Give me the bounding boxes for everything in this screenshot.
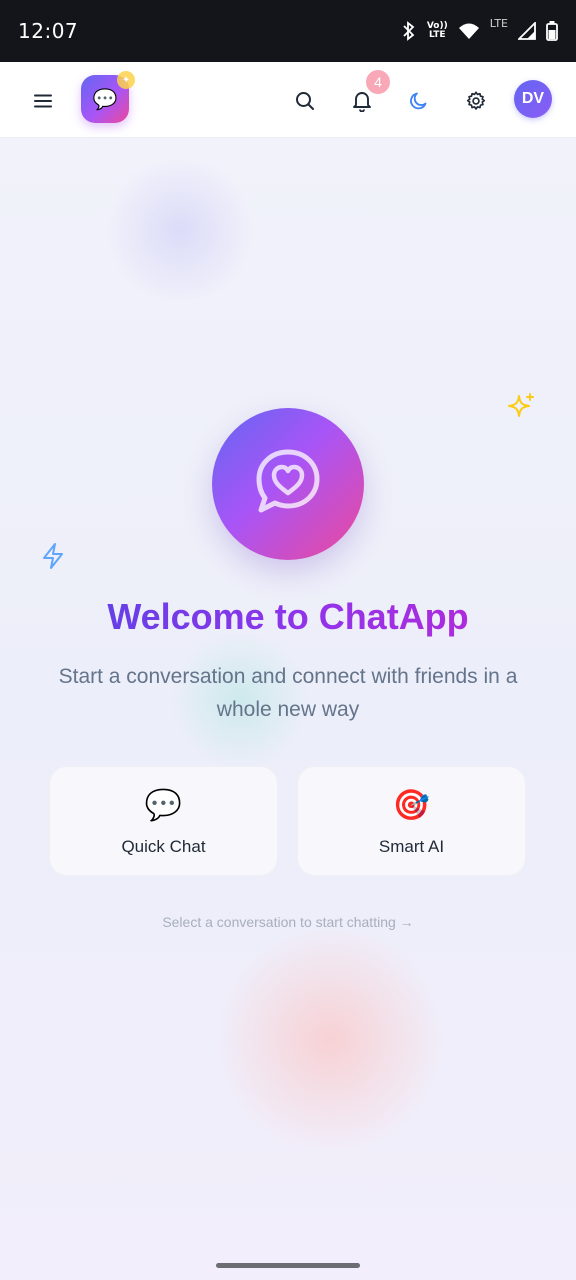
bluetooth-icon — [401, 21, 417, 41]
wifi-icon — [458, 22, 480, 40]
battery-icon — [546, 21, 558, 41]
smart-ai-card[interactable]: 🎯 Smart AI — [297, 766, 526, 876]
gear-icon[interactable] — [461, 86, 491, 116]
decorative-blob — [100, 160, 260, 300]
status-bar: 12:07 Vo)) LTE LTE — [0, 0, 576, 62]
status-icons: Vo)) LTE LTE — [401, 17, 558, 41]
home-indicator[interactable] — [216, 1263, 360, 1268]
heart-chat-icon — [253, 448, 323, 521]
app-header: 💬 ✦ — [0, 62, 576, 138]
sparkle-icon — [506, 392, 536, 427]
notification-badge: 4 — [366, 70, 390, 94]
app-logo[interactable]: 💬 ✦ — [81, 71, 135, 123]
card-label: Quick Chat — [121, 837, 206, 856]
lte-label: LTE — [489, 16, 508, 30]
lightning-icon — [40, 542, 66, 575]
search-icon[interactable] — [290, 86, 320, 116]
volte-icon: Vo)) LTE — [426, 21, 448, 40]
welcome-title: Welcome to ChatApp — [0, 596, 576, 638]
moon-icon[interactable] — [404, 86, 434, 116]
quick-chat-card[interactable]: 💬 Quick Chat — [49, 766, 278, 876]
decorative-blob — [210, 930, 450, 1150]
signal-icon — [518, 22, 536, 40]
speech-bubble-icon: 💬 — [92, 88, 118, 111]
logo-badge: ✦ — [117, 71, 135, 89]
avatar[interactable]: DV — [514, 80, 552, 118]
hamburger-menu-icon[interactable] — [28, 86, 58, 116]
welcome-subtitle: Start a conversation and connect with fr… — [58, 665, 518, 721]
target-icon: 🎯 — [392, 788, 431, 822]
speech-bubble-icon: 💬 — [144, 788, 183, 822]
card-label: Smart AI — [378, 837, 445, 856]
hero-chat-logo — [212, 408, 364, 560]
status-time: 12:07 — [18, 19, 79, 43]
select-conversation-hint: Select a conversation to start chatting … — [162, 914, 414, 930]
